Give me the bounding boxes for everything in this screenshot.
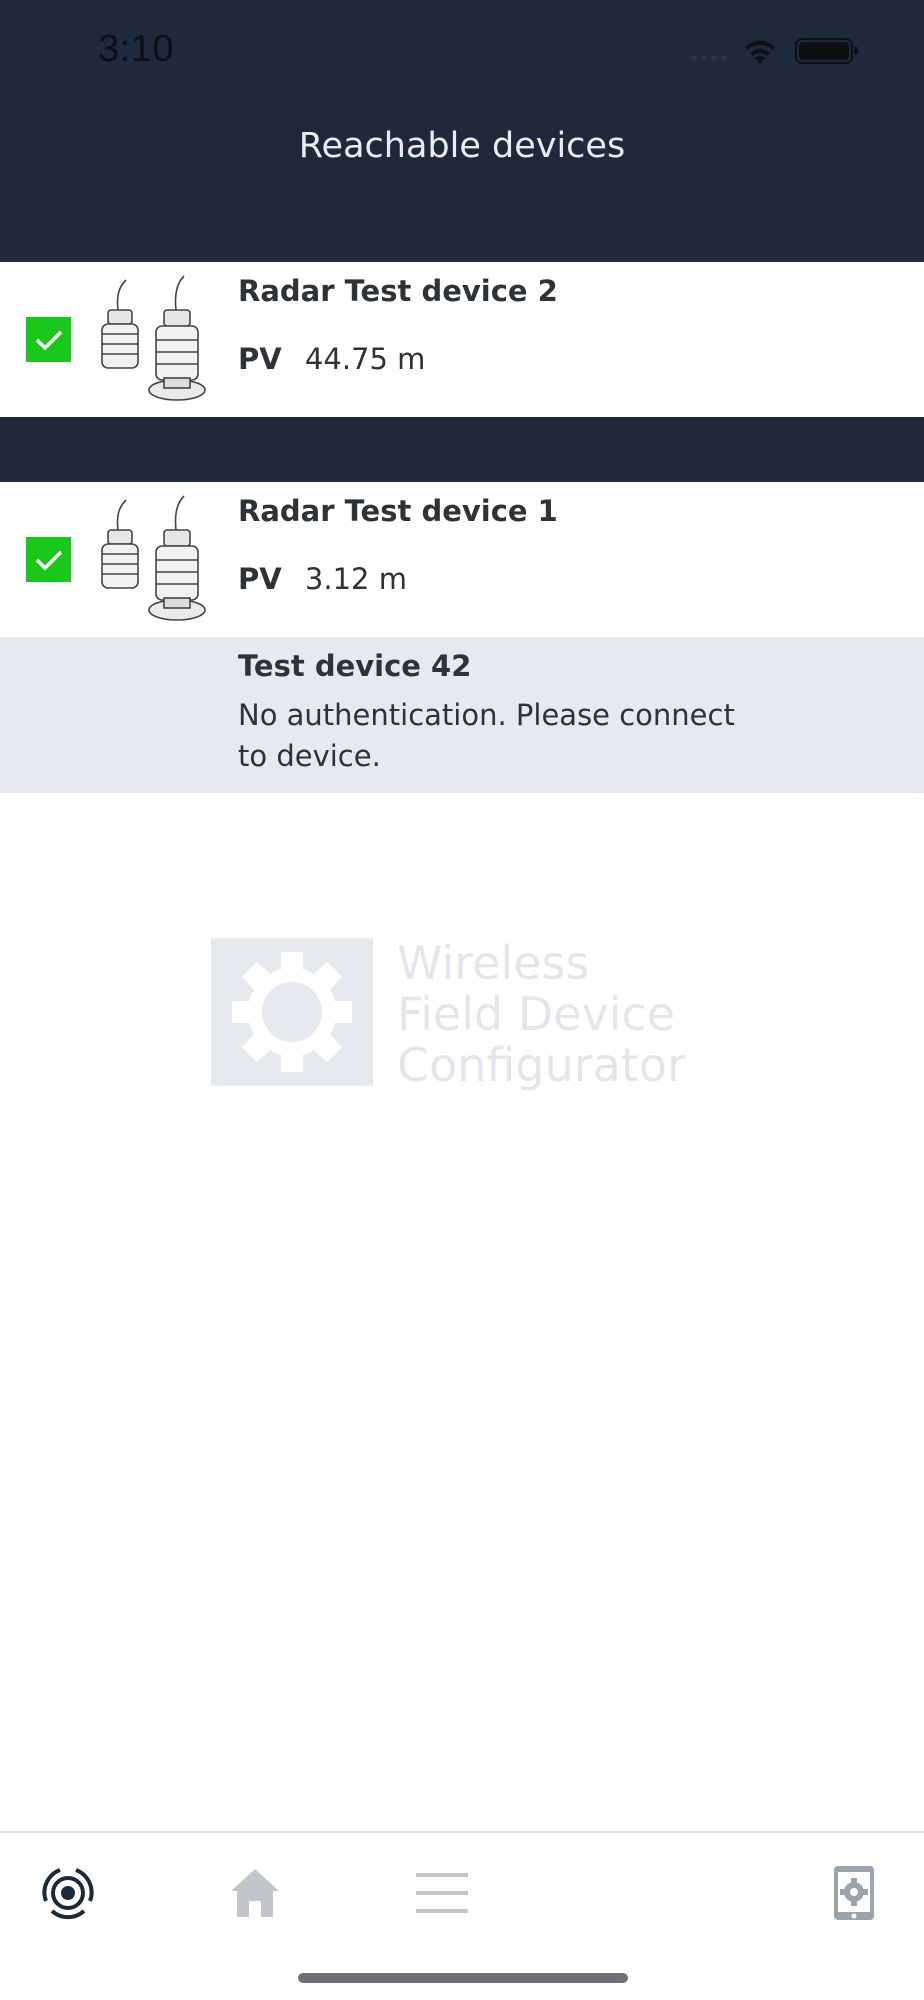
pv-readout: PV 44.75 m (238, 342, 425, 376)
status-time: 3:10 (98, 28, 174, 70)
device-name: Radar Test device 2 (238, 274, 558, 308)
signal-dots-icon (691, 55, 727, 61)
wifi-icon (745, 40, 775, 64)
gear-icon (232, 952, 352, 1072)
pv-value: 44.75 m (304, 342, 426, 376)
watermark-line-2: Field Device (397, 987, 676, 1041)
app-header: 3:10 Reachable devices (0, 0, 924, 262)
devices-radar-icon (42, 1868, 94, 1920)
device-name: Radar Test device 1 (238, 494, 558, 528)
checkmark-icon (35, 330, 62, 350)
device-settings-icon (834, 1866, 874, 1920)
page-title: Reachable devices (298, 126, 626, 166)
tab-home[interactable] (215, 1853, 295, 1933)
pv-label: PV (238, 562, 282, 596)
device-selected-checkbox[interactable] (26, 537, 71, 582)
radar-sensor-image (98, 274, 206, 404)
watermark-text: Wireless Field Device Configurator (397, 938, 686, 1091)
tab-menu[interactable] (402, 1853, 482, 1933)
device-row-radar-test-device-2[interactable]: Radar Test device 2 PV 44.75 m (0, 262, 924, 417)
checkmark-icon (35, 550, 62, 570)
section-separator (0, 417, 924, 482)
gear-logo (211, 938, 373, 1086)
pv-label: PV (238, 342, 282, 376)
status-icons (686, 36, 866, 66)
tab-reachable-devices[interactable] (28, 1853, 108, 1933)
device-row-radar-test-device-1[interactable]: Radar Test device 1 PV 3.12 m (0, 482, 924, 637)
device-name: Test device 42 (238, 649, 472, 683)
watermark-line-3: Configurator (397, 1038, 686, 1092)
tab-device-settings[interactable] (814, 1853, 894, 1933)
app-watermark: Wireless Field Device Configurator (211, 938, 731, 1091)
device-selected-checkbox[interactable] (26, 317, 71, 362)
watermark-line-1: Wireless (397, 936, 590, 990)
radar-sensor-image (98, 494, 206, 624)
pv-readout: PV 3.12 m (238, 562, 407, 596)
device-row-test-device-42[interactable]: Test device 42 No authentication. Please… (0, 637, 924, 793)
battery-icon (795, 38, 858, 64)
pv-value: 3.12 m (304, 562, 407, 596)
home-indicator[interactable] (298, 1973, 628, 1983)
menu-icon (416, 1873, 468, 1913)
device-status-message: No authentication. Please connect to dev… (238, 698, 735, 773)
home-icon (231, 1869, 279, 1917)
